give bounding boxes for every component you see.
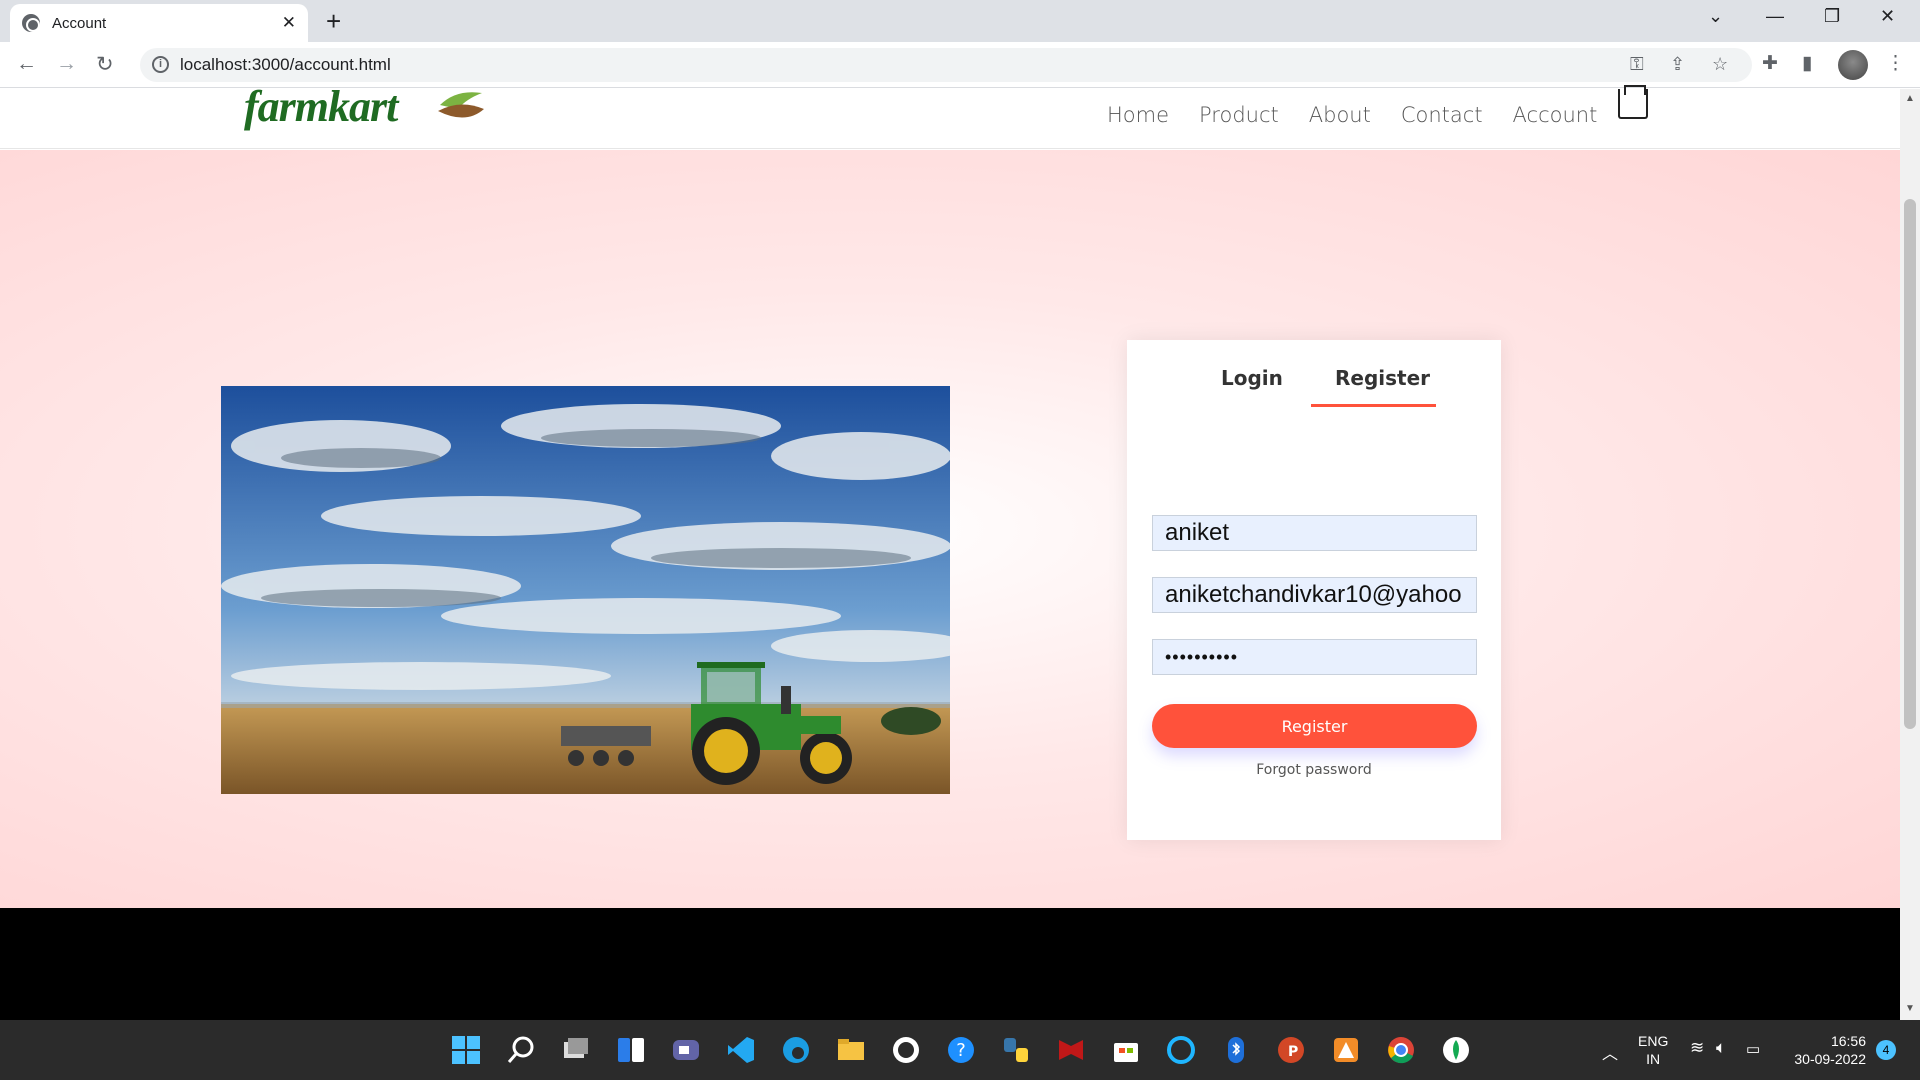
restore-icon[interactable]: ❐ xyxy=(1824,6,1840,27)
profile-avatar[interactable] xyxy=(1838,50,1868,80)
alexa-icon[interactable] xyxy=(1165,1034,1197,1066)
forgot-password-link[interactable]: Forgot password xyxy=(1127,762,1501,778)
tab-register[interactable]: Register xyxy=(1335,366,1430,390)
scroll-thumb[interactable] xyxy=(1904,199,1916,729)
help-icon[interactable]: ? xyxy=(945,1034,977,1066)
star-icon[interactable]: ☆ xyxy=(1712,54,1728,75)
app-orange-icon[interactable] xyxy=(1330,1034,1362,1066)
wifi-icon[interactable]: ≋ xyxy=(1690,1038,1704,1058)
tractor-field-image xyxy=(221,386,950,794)
register-button[interactable]: Register xyxy=(1152,704,1477,748)
nav-account[interactable]: Account xyxy=(1513,103,1598,127)
page-scrollbar[interactable]: ▲ ▼ xyxy=(1900,89,1920,1020)
task-view-icon[interactable] xyxy=(560,1034,592,1066)
account-hero: Login Register aniket aniketchandivkar10… xyxy=(0,150,1900,908)
windows-start-icon[interactable] xyxy=(450,1034,482,1066)
powerpoint-icon[interactable]: P xyxy=(1275,1034,1307,1066)
clock-time: 16:56 xyxy=(1830,1033,1866,1049)
plus-icon[interactable]: + xyxy=(326,6,341,37)
clock-date: 30-09-2022 xyxy=(1794,1051,1866,1067)
close-icon[interactable]: ✕ xyxy=(282,13,296,33)
nav-product[interactable]: Product xyxy=(1199,103,1279,127)
register-card: Login Register aniket aniketchandivkar10… xyxy=(1127,340,1501,840)
store-icon[interactable] xyxy=(1110,1034,1142,1066)
globe-icon xyxy=(22,14,40,32)
language-indicator[interactable]: ENG IN xyxy=(1638,1032,1668,1068)
extensions-icon[interactable]: ✚ xyxy=(1762,52,1778,75)
search-icon[interactable] xyxy=(505,1034,537,1066)
mongodb-compass-icon[interactable] xyxy=(1440,1034,1472,1066)
nav-home[interactable]: Home xyxy=(1107,103,1169,127)
site-nav: Home Product About Contact Account xyxy=(1107,103,1597,127)
key-icon[interactable]: ⚿ xyxy=(1630,54,1644,75)
python-icon[interactable] xyxy=(1000,1034,1032,1066)
address-bar[interactable]: i localhost:3000/account.html ⚿ ⇪ ☆ xyxy=(140,48,1752,82)
site-logo[interactable]: farmkart xyxy=(244,81,398,132)
reload-icon[interactable]: ↻ xyxy=(96,52,114,77)
back-icon[interactable]: ← xyxy=(16,52,37,76)
windows-taskbar: ? P ︿ ENG IN ≋ 🔈︎ ▭ 16:56 30-09-2022 4 xyxy=(0,1020,1920,1080)
minimize-icon[interactable]: — xyxy=(1766,6,1784,27)
site-header: farmkart Home Product About Contact Acco… xyxy=(0,82,1900,149)
info-icon[interactable]: i xyxy=(152,56,169,73)
leaf-logo-icon xyxy=(438,92,484,118)
notification-badge[interactable]: 4 xyxy=(1876,1040,1896,1060)
browser-tab-strip: Account ✕ + ⌄ — ❐ ✕ xyxy=(0,0,1920,42)
window-close-icon[interactable]: ✕ xyxy=(1880,6,1895,27)
bluetooth-icon[interactable] xyxy=(1220,1034,1252,1066)
username-field[interactable]: aniket xyxy=(1152,515,1477,551)
language-label: ENG xyxy=(1638,1033,1669,1049)
teams-chat-icon[interactable] xyxy=(670,1034,702,1066)
email-field[interactable]: aniketchandivkar10@yahoo xyxy=(1152,577,1477,613)
active-tab-indicator xyxy=(1311,404,1436,407)
widgets-icon[interactable] xyxy=(615,1034,647,1066)
side-panel-icon[interactable]: ▮ xyxy=(1802,52,1812,75)
svg-text:?: ? xyxy=(956,1040,966,1061)
vscode-icon[interactable] xyxy=(725,1034,757,1066)
file-explorer-icon[interactable] xyxy=(835,1034,867,1066)
cart-icon[interactable] xyxy=(1618,85,1648,119)
chrome-icon[interactable] xyxy=(1385,1034,1417,1066)
mcafee-icon[interactable] xyxy=(1055,1034,1087,1066)
url-text: localhost:3000/account.html xyxy=(180,55,391,74)
svg-text:P: P xyxy=(1288,1044,1298,1060)
chevron-up-icon[interactable]: ︿ xyxy=(1602,1040,1618,1064)
app-circle-icon[interactable] xyxy=(890,1034,922,1066)
tab-title: Account xyxy=(52,14,107,32)
region-label: IN xyxy=(1646,1051,1661,1067)
password-field[interactable]: •••••••••• xyxy=(1152,639,1477,675)
chevron-down-icon[interactable]: ⌄ xyxy=(1708,6,1723,27)
edge-icon[interactable] xyxy=(780,1034,812,1066)
nav-contact[interactable]: Contact xyxy=(1401,103,1483,127)
menu-icon[interactable]: ⋮ xyxy=(1886,52,1905,75)
nav-about[interactable]: About xyxy=(1309,103,1371,127)
site-footer xyxy=(0,908,1900,1020)
clock[interactable]: 16:56 30-09-2022 xyxy=(1786,1032,1866,1068)
forward-icon[interactable]: → xyxy=(56,52,77,76)
tab-login[interactable]: Login xyxy=(1221,366,1283,390)
scroll-down-icon[interactable]: ▼ xyxy=(1905,1003,1915,1014)
browser-tab[interactable]: Account ✕ xyxy=(10,4,308,42)
volume-icon[interactable]: 🔈︎ xyxy=(1716,1038,1726,1058)
auth-tabs: Login Register xyxy=(1127,366,1501,407)
battery-icon[interactable]: ▭ xyxy=(1746,1040,1760,1058)
share-icon[interactable]: ⇪ xyxy=(1670,54,1685,75)
scroll-up-icon[interactable]: ▲ xyxy=(1905,93,1915,104)
